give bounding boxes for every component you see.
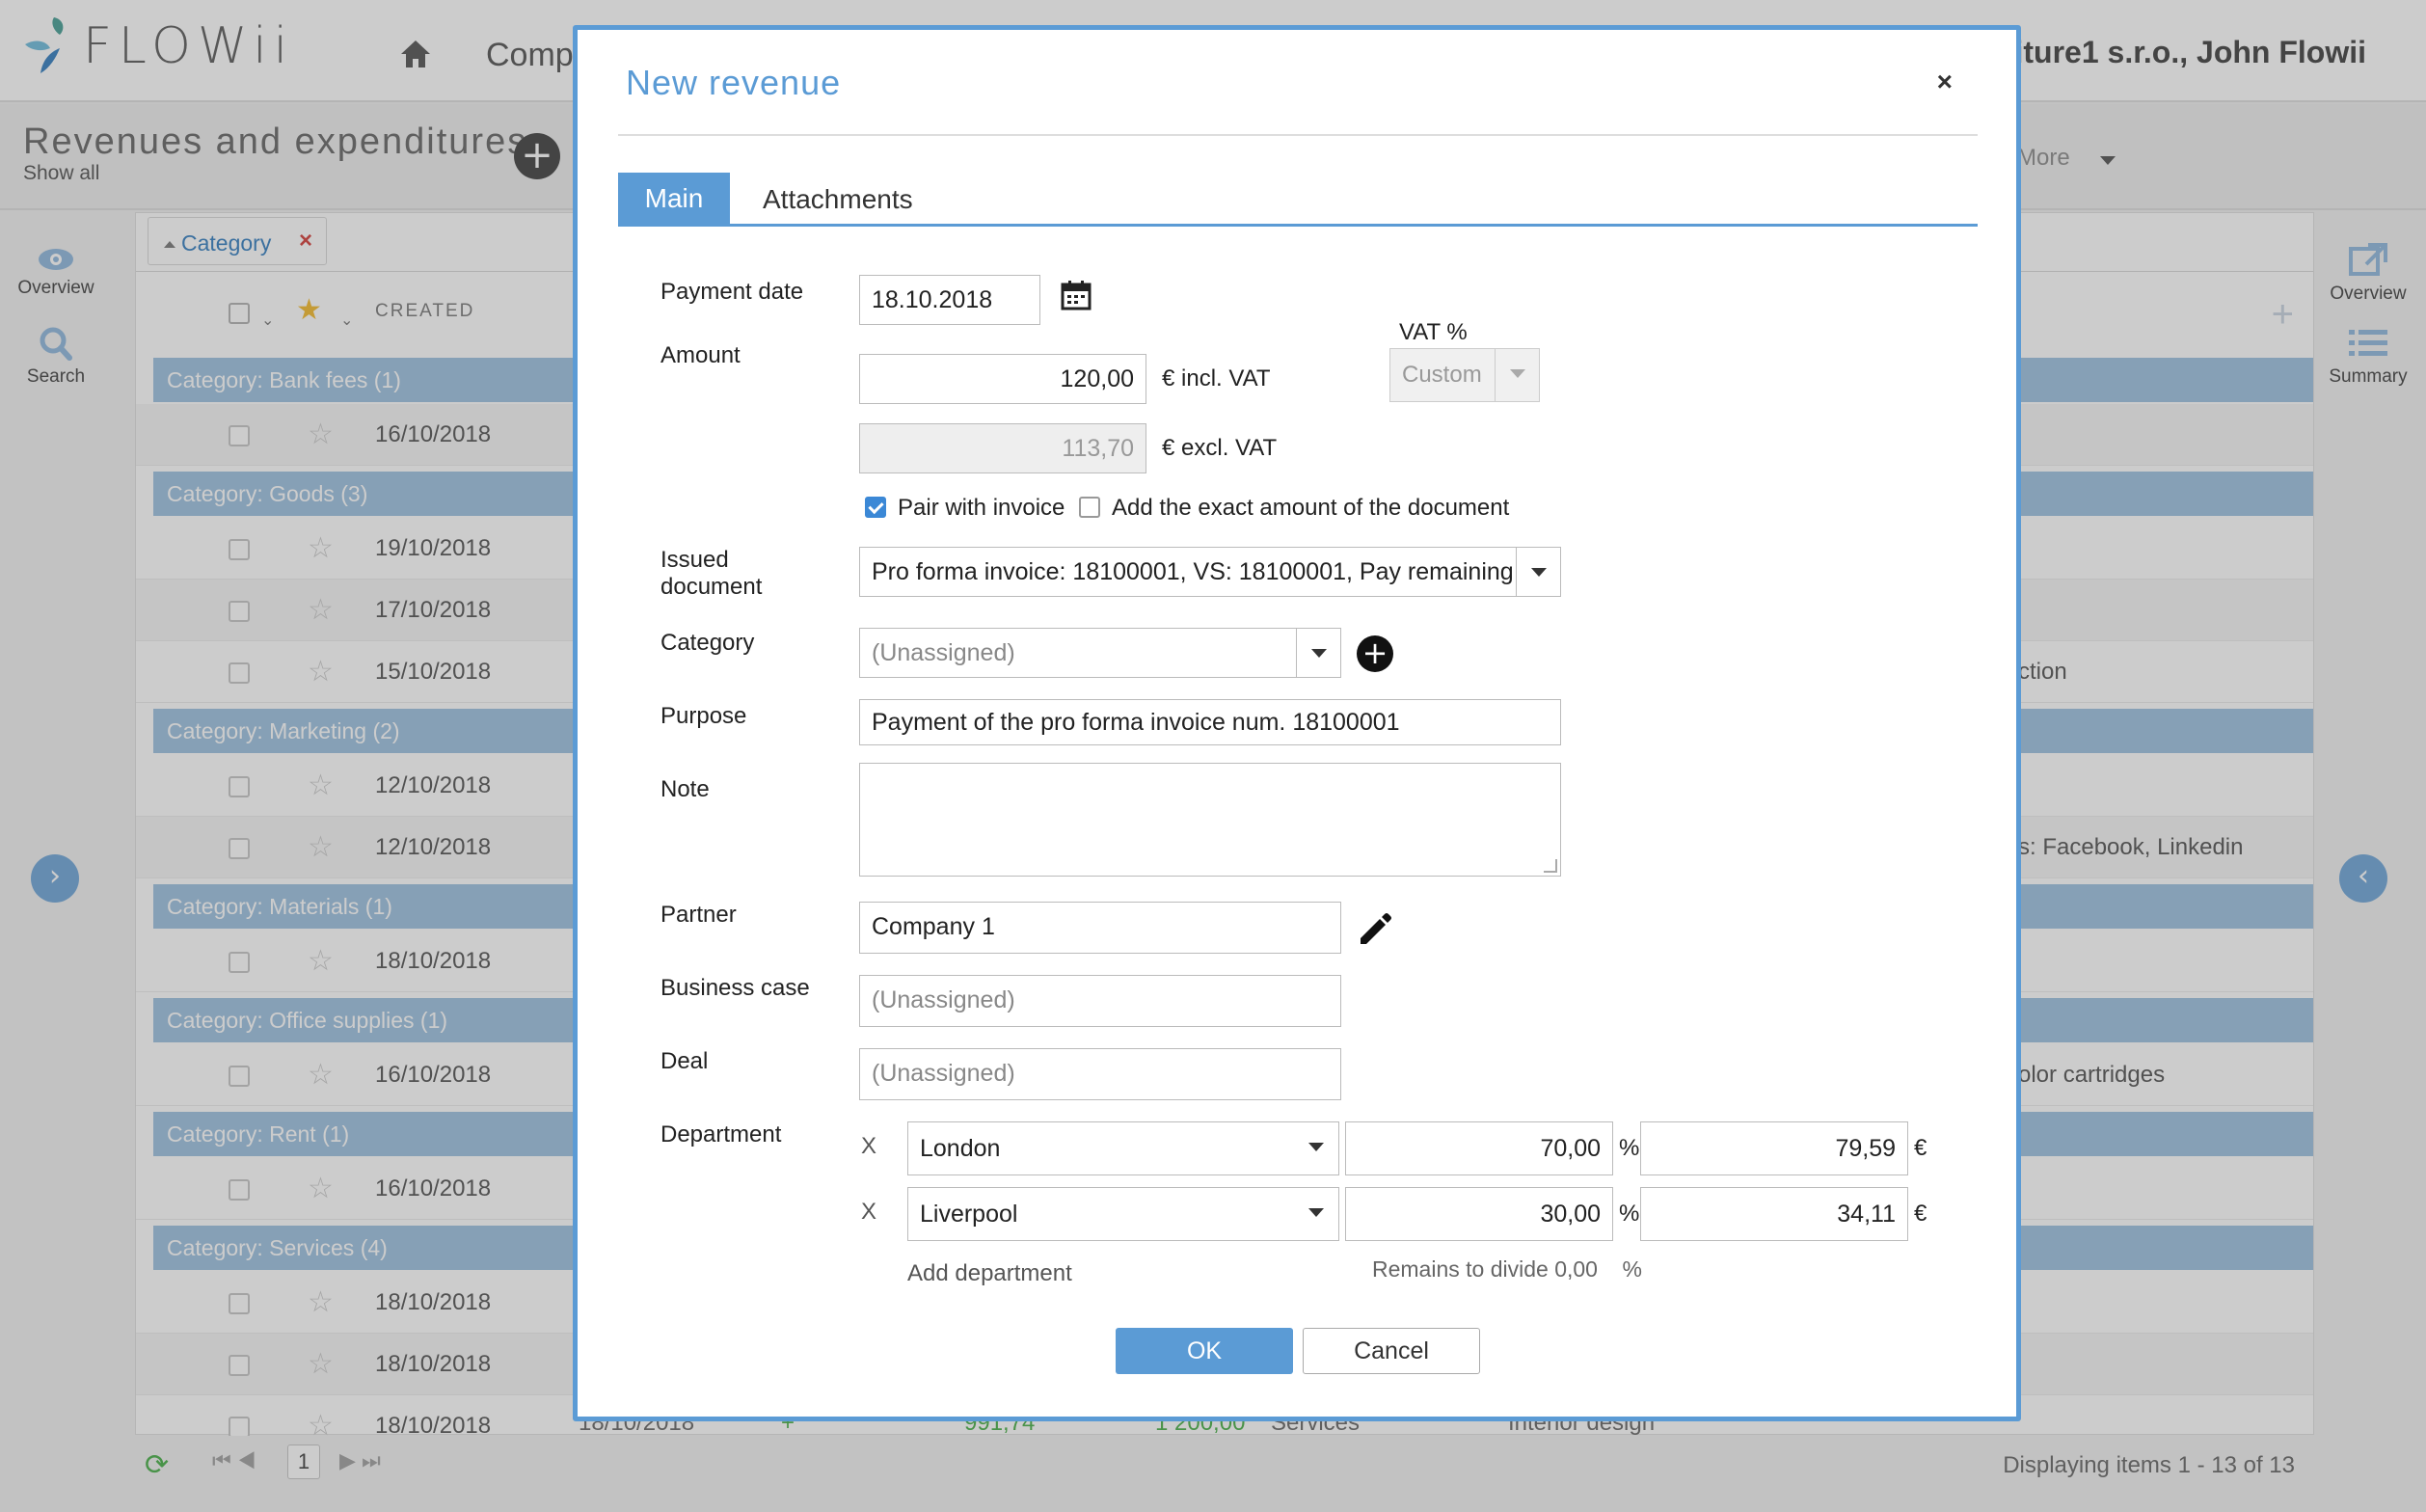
purpose-input[interactable]: Payment of the pro forma invoice num. 18… [859,699,1561,745]
category-label: Category [660,630,755,656]
business-case-label: Business case [660,975,810,1001]
department-percent-input[interactable]: 30,00 [1345,1187,1613,1241]
partner-label: Partner [660,902,737,928]
add-department-link[interactable]: Add department [907,1260,1072,1287]
pencil-icon[interactable] [1355,909,1393,948]
chevron-down-icon[interactable] [1296,629,1340,677]
divider [618,134,1978,136]
euro-unit: € [1914,1201,1927,1227]
pair-with-invoice-checkbox[interactable] [865,497,886,518]
chevron-down-icon[interactable] [1495,349,1539,401]
partner-input[interactable]: Company 1 [859,902,1341,954]
new-revenue-dialog: New revenue × Main Attachments Payment d… [573,25,2021,1421]
vat-percent-value: Custom [1402,362,1482,388]
business-case-input[interactable]: (Unassigned) [859,975,1341,1027]
issued-document-label-line2: document [660,574,763,600]
dialog-tabs: Main Attachments [618,173,1978,227]
note-label: Note [660,776,710,802]
tab-main[interactable]: Main [618,173,730,225]
remove-department-icon[interactable]: X [861,1199,876,1226]
amount-excl-vat-input: 113,70 [859,423,1146,473]
department-value: London [920,1135,1001,1162]
note-textarea[interactable] [859,763,1561,877]
payment-date-label: Payment date [660,279,804,305]
remove-department-icon[interactable]: X [861,1133,876,1160]
calendar-icon[interactable] [1060,279,1092,311]
issued-document-select[interactable]: Pro forma invoice: 18100001, VS: 1810000… [859,547,1561,597]
excl-vat-unit: € excl. VAT [1162,435,1278,461]
category-value: (Unassigned) [872,639,1015,666]
chevron-down-icon[interactable] [1294,1188,1338,1240]
department-amount-input[interactable]: 79,59 [1640,1121,1908,1175]
add-exact-amount-checkbox[interactable] [1079,497,1100,518]
chevron-down-icon[interactable] [1516,548,1560,596]
department-label: Department [660,1121,782,1148]
incl-vat-unit: € incl. VAT [1162,365,1271,392]
ok-button[interactable]: OK [1116,1328,1293,1374]
euro-unit: € [1914,1135,1927,1161]
issued-document-value: Pro forma invoice: 18100001, VS: 1810000… [872,558,1514,585]
percent-unit: % [1619,1201,1640,1227]
issued-document-label-line1: Issued [660,547,729,573]
chevron-down-icon[interactable] [1294,1122,1338,1174]
tab-attachments[interactable]: Attachments [763,184,913,215]
deal-input[interactable]: (Unassigned) [859,1048,1341,1100]
department-amount-input[interactable]: 34,11 [1640,1187,1908,1241]
deal-label: Deal [660,1048,709,1074]
department-select[interactable]: London [907,1121,1339,1175]
category-select[interactable]: (Unassigned) [859,628,1341,678]
payment-date-input[interactable]: 18.10.2018 [859,275,1040,325]
department-value: Liverpool [920,1201,1018,1228]
department-select[interactable]: Liverpool [907,1187,1339,1241]
add-category-icon[interactable]: + [1357,635,1393,672]
department-percent-input[interactable]: 70,00 [1345,1121,1613,1175]
pair-with-invoice-label[interactable]: Pair with invoice [898,495,1065,522]
dialog-title: New revenue [626,63,842,102]
amount-label: Amount [660,342,741,368]
add-exact-amount-label[interactable]: Add the exact amount of the document [1112,495,1509,522]
vat-percent-select[interactable]: Custom [1389,348,1540,402]
percent-unit: % [1619,1135,1640,1161]
amount-incl-vat-input[interactable]: 120,00 [859,354,1146,404]
vat-percent-label: VAT % [1399,319,1468,345]
purpose-label: Purpose [660,703,747,729]
remains-to-divide: Remains to divide 0,00 % [1372,1256,1642,1282]
cancel-button[interactable]: Cancel [1303,1328,1480,1374]
close-icon[interactable]: × [1937,67,1953,97]
